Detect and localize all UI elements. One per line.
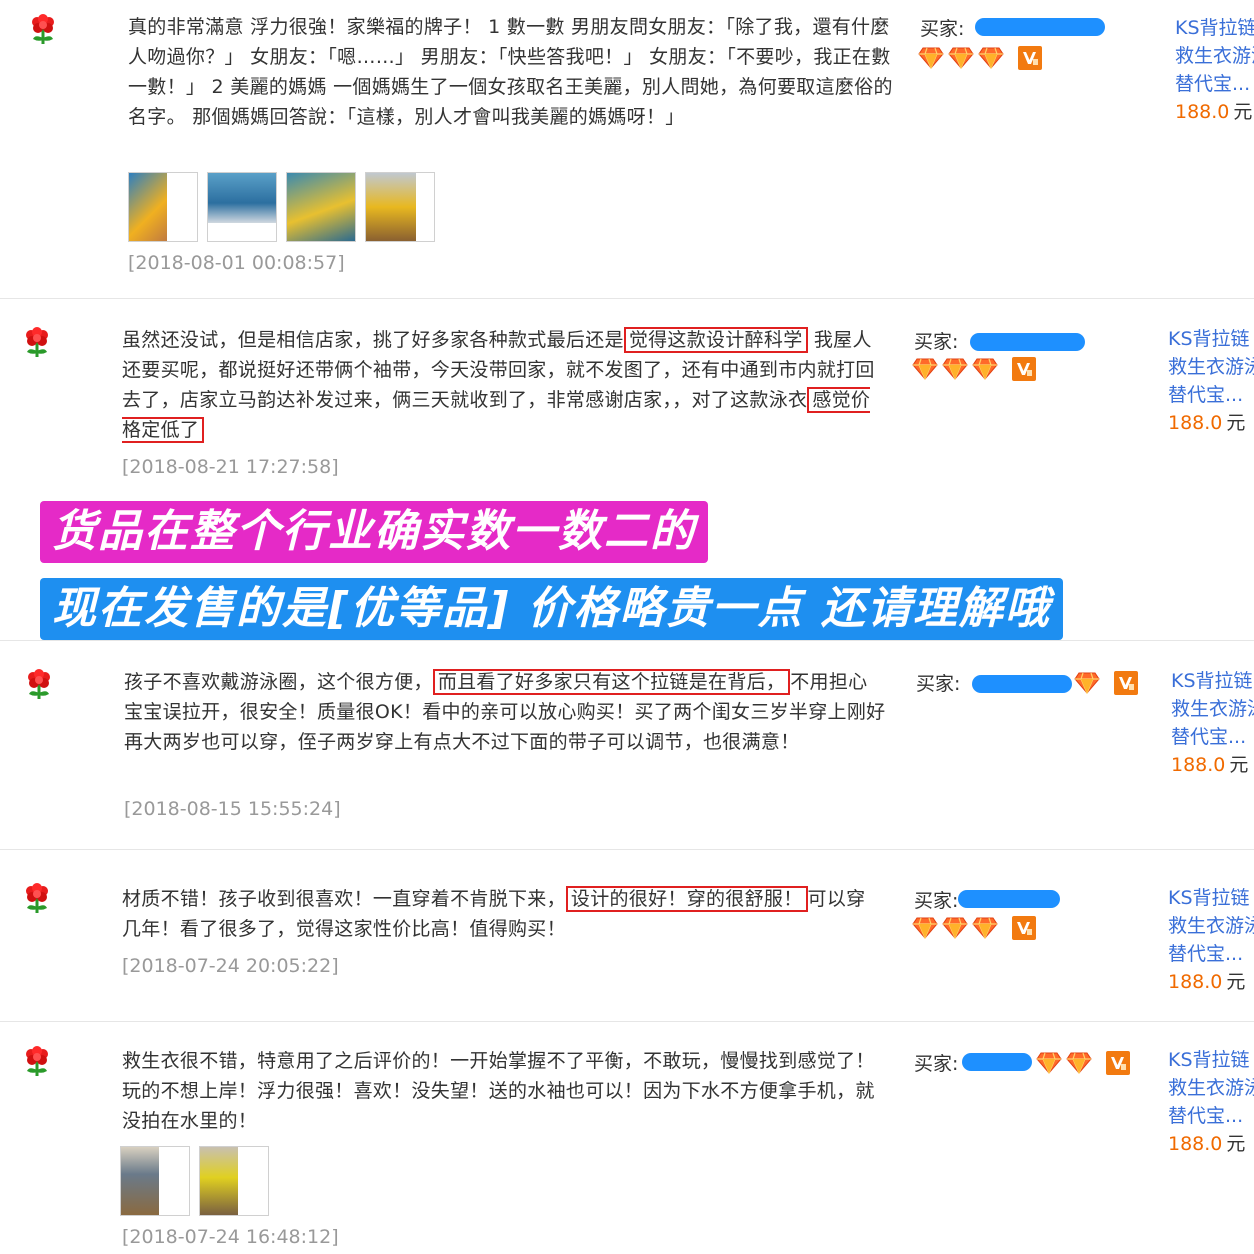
vip-badge-icon: [1018, 46, 1042, 70]
product-link[interactable]: 救生衣游泳: [1175, 42, 1254, 70]
diamond-icon: [918, 47, 944, 69]
buyer-label: 买家:: [914, 890, 959, 912]
buyer-credit-rating: [912, 916, 1036, 940]
product-info: KS背拉链 救生衣游泳 替代宝... 188.0元: [1171, 667, 1254, 779]
buyer-credit-rating: [1036, 1051, 1130, 1075]
product-info: KS背拉链 救生衣游泳 替代宝... 188.0元: [1175, 14, 1254, 126]
promo-banner-pink: 货品在整个行业确实数一数二的: [40, 501, 708, 563]
vip-badge-icon: [1106, 1051, 1130, 1075]
diamond-icon: [942, 358, 968, 380]
buyer-name-redacted: [970, 333, 1085, 351]
product-link[interactable]: 救生衣游泳: [1168, 1074, 1254, 1102]
highlight-box: 觉得这款设计醉科学: [623, 327, 808, 353]
buyer-name-redacted: [975, 18, 1105, 36]
diamond-icon: [948, 47, 974, 69]
flower-avatar-icon: [22, 883, 52, 915]
diamond-icon: [912, 358, 938, 380]
review-text: 孩子不喜欢戴游泳圈，这个很方便， 而且看了好多家只有这个拉链是在背后， 不用担心宝宝…: [124, 669, 886, 753]
vip-badge-icon: [1114, 671, 1138, 695]
diamond-icon: [1066, 1052, 1092, 1074]
diamond-icon: [1074, 672, 1100, 694]
review-photo-thumbnail[interactable]: [128, 172, 198, 242]
review-item: 孩子不喜欢戴游泳圈，这个很方便， 而且看了好多家只有这个拉链是在背后， 不用担心宝宝…: [0, 640, 1254, 850]
review-item: 真的非常滿意 浮力很強！家樂福的牌子！ 1 數一數 男朋友問女朋友：「除了我，還…: [0, 0, 1254, 299]
product-link[interactable]: KS背拉链: [1168, 884, 1254, 912]
buyer-name-redacted: [962, 1053, 1032, 1071]
review-text: 材质不错！孩子收到很喜欢！一直穿着不肯脱下来， 设计的很好！穿的很舒服！ 可以穿几年…: [122, 886, 866, 940]
product-link[interactable]: KS背拉链: [1168, 1046, 1254, 1074]
flower-avatar-icon: [22, 1046, 52, 1078]
product-link[interactable]: 救生衣游泳: [1168, 353, 1254, 381]
promo-banner-blue: 现在发售的是[优等品] 价格略贵一点 还请理解哦: [40, 578, 1063, 640]
product-link[interactable]: 救生衣游泳: [1168, 912, 1254, 940]
review-text: 真的非常滿意 浮力很強！家樂福的牌子！ 1 數一數 男朋友問女朋友：「除了我，還…: [128, 16, 893, 128]
flower-avatar-icon: [28, 14, 58, 46]
diamond-icon: [942, 917, 968, 939]
flower-avatar-icon: [24, 669, 54, 701]
product-price: 188.0 元: [1168, 1133, 1246, 1155]
product-link[interactable]: 替代宝...: [1175, 70, 1254, 98]
flower-avatar-icon: [22, 327, 52, 359]
review-photo-thumbnail[interactable]: [120, 1146, 190, 1216]
review-photo-thumbnail[interactable]: [286, 172, 356, 242]
buyer-label: 买家:: [920, 18, 965, 40]
diamond-icon: [972, 358, 998, 380]
product-price: 188.0 元: [1168, 412, 1246, 434]
product-price: 188.0 元: [1168, 971, 1246, 993]
product-link[interactable]: 替代宝...: [1168, 1102, 1254, 1130]
product-info: KS背拉链 救生衣游泳 替代宝... 188.0元: [1168, 325, 1254, 437]
product-price: 188.0 元: [1171, 754, 1249, 776]
review-date: [2018-07-24 20:05:22]: [122, 955, 339, 977]
buyer-credit-rating: [912, 357, 1036, 381]
product-link[interactable]: 替代宝...: [1171, 723, 1254, 751]
vip-badge-icon: [1012, 357, 1036, 381]
review-item: 材质不错！孩子收到很喜欢！一直穿着不肯脱下来， 设计的很好！穿的很舒服！ 可以穿几年…: [0, 849, 1254, 1022]
product-link[interactable]: KS背拉链: [1168, 325, 1254, 353]
diamond-icon: [978, 47, 1004, 69]
buyer-credit-rating: [1074, 671, 1138, 695]
highlight-box: 而且看了好多家只有这个拉链是在背后，: [432, 669, 791, 695]
buyer-name-redacted: [972, 675, 1072, 693]
buyer-label: 买家:: [916, 673, 961, 695]
review-photos: [128, 172, 435, 242]
buyer-label: 买家:: [914, 331, 959, 353]
product-link[interactable]: 替代宝...: [1168, 381, 1254, 409]
review-date: [2018-08-15 15:55:24]: [124, 798, 341, 820]
review-photos: [120, 1146, 269, 1216]
buyer-name-redacted: [958, 890, 1060, 908]
highlight-box: 设计的很好！穿的很舒服！: [565, 886, 808, 912]
review-date: [2018-08-01 00:08:57]: [128, 252, 345, 274]
review-photo-thumbnail[interactable]: [207, 172, 277, 242]
review-text: 虽然还没试，但是相信店家，挑了好多家各种款式最后还是 觉得这款设计醉科学 我屋人还…: [122, 327, 875, 443]
review-text: 救生衣很不错，特意用了之后评价的！一开始掌握不了平衡，不敢玩，慢慢找到感觉了！玩…: [122, 1050, 875, 1132]
product-price: 188.0 元: [1175, 101, 1253, 123]
review-photo-thumbnail[interactable]: [365, 172, 435, 242]
product-info: KS背拉链 救生衣游泳 替代宝... 188.0元: [1168, 1046, 1254, 1158]
review-date: [2018-08-21 17:27:58]: [122, 456, 339, 478]
diamond-icon: [1036, 1052, 1062, 1074]
review-photo-thumbnail[interactable]: [199, 1146, 269, 1216]
product-link[interactable]: KS背拉链: [1171, 667, 1254, 695]
product-info: KS背拉链 救生衣游泳 替代宝... 188.0元: [1168, 884, 1254, 996]
product-link[interactable]: 替代宝...: [1168, 940, 1254, 968]
vip-badge-icon: [1012, 916, 1036, 940]
product-link[interactable]: KS背拉链: [1175, 14, 1254, 42]
diamond-icon: [972, 917, 998, 939]
buyer-credit-rating: [918, 46, 1042, 70]
review-date: [2018-07-24 16:48:12]: [122, 1226, 339, 1248]
diamond-icon: [912, 917, 938, 939]
product-link[interactable]: 救生衣游泳: [1171, 695, 1254, 723]
buyer-label: 买家:: [914, 1053, 959, 1075]
review-item: 救生衣很不错，特意用了之后评价的！一开始掌握不了平衡，不敢玩，慢慢找到感觉了！玩…: [0, 1022, 1254, 1254]
